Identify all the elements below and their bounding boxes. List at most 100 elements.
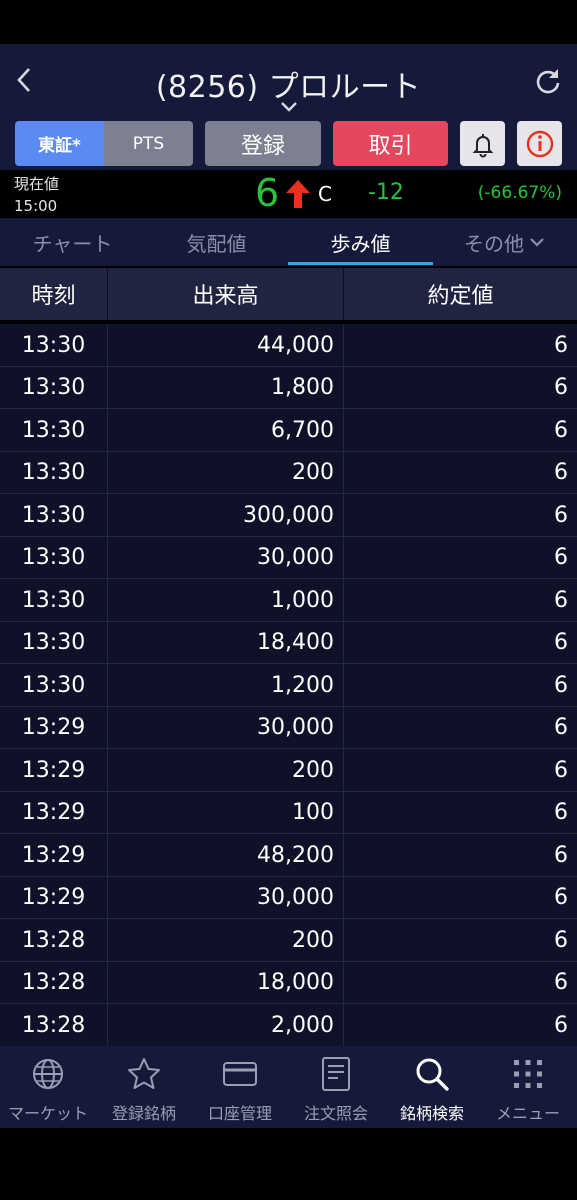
tab-other-label: その他 xyxy=(464,231,524,256)
cell-time: 13:30 xyxy=(21,332,86,358)
cell-time: 13:29 xyxy=(21,842,86,868)
nav-search-label: 銘柄検索 xyxy=(399,1104,464,1123)
tab-chart[interactable]: チャート xyxy=(0,218,145,266)
cell-price: 6 xyxy=(554,885,568,910)
market-tse-toggle[interactable]: 東証* xyxy=(15,121,104,166)
table-row: 13:30 44,000 6 xyxy=(0,324,577,367)
cell-volume: 30,000 xyxy=(257,885,334,910)
status-bar xyxy=(0,0,577,44)
table-row: 13:30 30,000 6 xyxy=(0,537,577,579)
nav-watchlist[interactable]: 登録銘柄 xyxy=(96,1046,192,1128)
cell-price: 6 xyxy=(554,1012,568,1038)
tab-quotes[interactable]: 気配値 xyxy=(145,218,288,266)
info-icon xyxy=(526,130,553,157)
table-row: 13:30 300,000 6 xyxy=(0,494,577,537)
tab-tick-history[interactable]: 歩み値 xyxy=(288,218,433,266)
cell-price: 6 xyxy=(554,672,568,698)
cell-volume: 18,000 xyxy=(257,970,334,995)
market-pts-toggle[interactable]: PTS xyxy=(104,121,193,166)
cell-time: 13:30 xyxy=(21,587,86,613)
column-header-time: 時刻 xyxy=(31,284,76,309)
cell-price: 6 xyxy=(554,332,568,358)
refresh-button[interactable] xyxy=(531,64,565,98)
cell-price: 6 xyxy=(554,757,568,783)
star-icon xyxy=(128,1058,160,1089)
cell-time: 13:30 xyxy=(21,502,86,528)
nav-orders-label: 注文照会 xyxy=(303,1104,368,1123)
cell-time: 13:29 xyxy=(21,800,86,825)
cell-volume: 2,000 xyxy=(271,1012,334,1038)
register-button[interactable]: 登録 xyxy=(205,121,321,166)
cell-price: 6 xyxy=(554,927,568,953)
cell-volume: 6,700 xyxy=(271,417,334,443)
card-icon xyxy=(223,1062,257,1086)
cell-time: 13:30 xyxy=(21,630,86,655)
active-tab-indicator xyxy=(288,262,433,265)
cell-volume: 48,200 xyxy=(257,842,334,868)
info-button[interactable] xyxy=(517,121,562,166)
arrow-up-icon xyxy=(286,180,310,208)
cell-volume: 1,000 xyxy=(271,587,334,613)
trade-button[interactable]: 取引 xyxy=(333,121,448,166)
price-change: -12 xyxy=(368,180,404,205)
table-row: 13:29 30,000 6 xyxy=(0,707,577,749)
cell-time: 13:30 xyxy=(21,672,86,698)
cell-time: 13:29 xyxy=(21,715,86,740)
cell-time: 13:30 xyxy=(21,417,86,443)
cell-price: 6 xyxy=(554,375,568,400)
nav-orders[interactable]: 注文照会 xyxy=(288,1046,384,1128)
table-row: 13:30 18,400 6 xyxy=(0,622,577,664)
table-row: 13:28 200 6 xyxy=(0,919,577,962)
bell-icon xyxy=(472,133,493,157)
price-change-percent: (-66.67%) xyxy=(477,183,562,203)
tick-table[interactable]: 13:30 44,000 6 13:30 1,800 6 13:30 6,700 6 13:… xyxy=(0,324,577,1046)
refresh-icon xyxy=(536,69,560,94)
cell-time: 13:28 xyxy=(21,927,86,953)
cell-price: 6 xyxy=(554,630,568,655)
chevron-down-icon[interactable] xyxy=(278,100,300,114)
cell-price: 6 xyxy=(554,417,568,443)
price-time: 15:00 xyxy=(14,197,58,215)
cell-price: 6 xyxy=(554,587,568,613)
globe-icon xyxy=(33,1059,63,1089)
alert-button[interactable] xyxy=(460,121,505,166)
current-price: 6 xyxy=(255,171,280,215)
chevron-down-icon xyxy=(530,238,544,247)
nav-menu[interactable]: メニュー xyxy=(480,1046,576,1128)
bottom-navigation: マーケット 登録銘柄 口座管理 注文照会 銘柄検索 メニュー xyxy=(0,1046,577,1128)
cell-time: 13:29 xyxy=(21,757,86,783)
table-row: 13:28 18,000 6 xyxy=(0,962,577,1004)
table-row: 13:29 30,000 6 xyxy=(0,877,577,919)
cell-volume: 44,000 xyxy=(257,332,334,358)
cell-price: 6 xyxy=(554,842,568,868)
cell-volume: 30,000 xyxy=(257,715,334,740)
cell-volume: 1,800 xyxy=(271,375,334,400)
column-header-price: 約定値 xyxy=(427,284,494,309)
cell-time: 13:30 xyxy=(21,375,86,400)
cell-volume: 200 xyxy=(292,927,334,953)
nav-watchlist-label: 登録銘柄 xyxy=(111,1104,176,1123)
tab-bar: チャート 気配値 歩み値 その他 xyxy=(0,218,577,266)
cell-volume: 1,200 xyxy=(271,672,334,698)
cell-price: 6 xyxy=(554,502,568,528)
cell-volume: 30,000 xyxy=(257,545,334,570)
tab-other[interactable]: その他 xyxy=(433,218,577,266)
cell-price: 6 xyxy=(554,715,568,740)
column-header-volume: 出来高 xyxy=(192,284,259,309)
table-header: 時刻 出来高 約定値 xyxy=(0,268,577,320)
table-row: 13:30 1,800 6 xyxy=(0,367,577,409)
table-row: 13:30 1,000 6 xyxy=(0,579,577,622)
nav-search[interactable]: 銘柄検索 xyxy=(384,1046,480,1128)
cell-volume: 300,000 xyxy=(243,502,334,528)
nav-account[interactable]: 口座管理 xyxy=(192,1046,288,1128)
cell-time: 13:30 xyxy=(21,545,86,570)
action-bar: 東証* PTS 登録 取引 xyxy=(0,118,577,170)
cell-price: 6 xyxy=(554,800,568,825)
price-summary: 現在値 15:00 6 C -12 (-66.67%) xyxy=(0,170,577,218)
price-label: 現在値 xyxy=(14,175,60,193)
cell-price: 6 xyxy=(554,970,568,995)
system-nav-area xyxy=(0,1128,577,1200)
cell-volume: 200 xyxy=(292,757,334,783)
nav-market[interactable]: マーケット xyxy=(0,1046,96,1128)
nav-menu-label: メニュー xyxy=(495,1104,560,1123)
